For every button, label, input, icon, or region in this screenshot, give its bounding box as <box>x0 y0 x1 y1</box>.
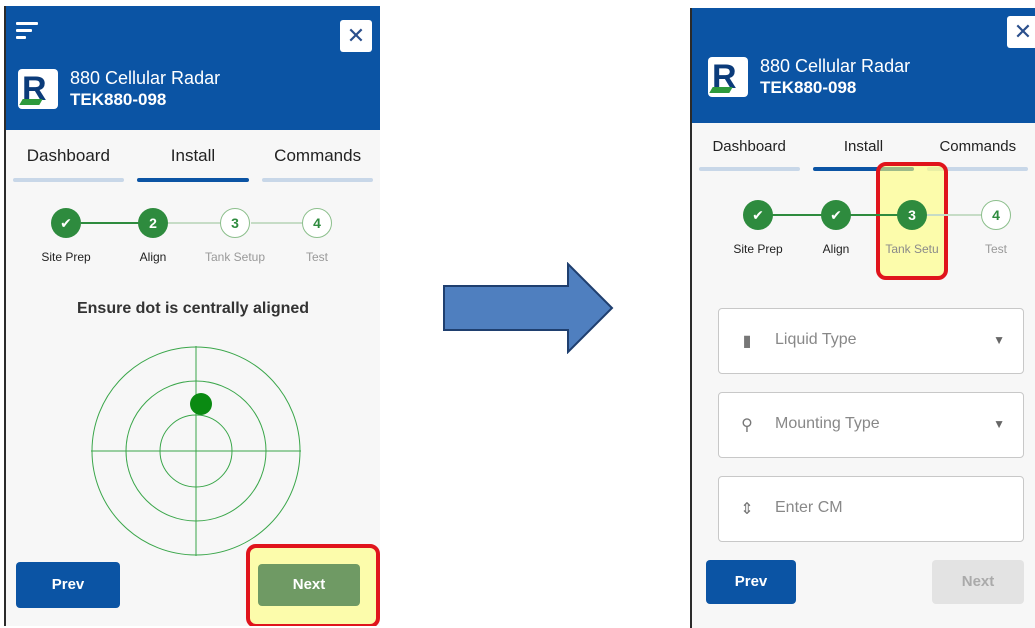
radar-logo-icon: R <box>18 69 58 109</box>
menu-icon[interactable] <box>16 22 40 40</box>
install-stepper: ✔ Site Prep ✔ Align 3 Tank Setu 4 Test <box>692 200 1035 272</box>
tab-bar: Dashboard Install Commands <box>692 138 1035 171</box>
install-stepper: ✔ Site Prep 2 Align 3 Tank Setup 4 Test <box>6 208 380 280</box>
next-button[interactable]: Next <box>258 564 360 606</box>
step-test[interactable]: 4 Test <box>277 208 357 264</box>
tab-install[interactable]: Install <box>131 146 254 182</box>
alignment-dot <box>190 393 212 415</box>
step-site-prep[interactable]: ✔ Site Prep <box>26 208 106 264</box>
phone-screen-align: ✕ R 880 Cellular Radar TEK880-098 Dashbo… <box>4 6 380 626</box>
step-tank-setup[interactable]: 3 Tank Setu <box>872 200 952 256</box>
next-button-disabled[interactable]: Next <box>932 560 1024 604</box>
mounting-type-select[interactable]: ⚲ Mounting Type ▼ <box>718 392 1024 458</box>
step-align[interactable]: 2 Align <box>113 208 193 264</box>
app-header: ✕ R 880 Cellular Radar TEK880-098 <box>692 8 1035 123</box>
transition-arrow-icon <box>443 262 614 354</box>
device-brand: R 880 Cellular Radar TEK880-098 <box>18 68 220 110</box>
alignment-instruction: Ensure dot is centrally aligned <box>76 300 310 317</box>
check-icon: ✔ <box>51 208 81 238</box>
device-id: TEK880-098 <box>760 78 857 97</box>
tab-commands[interactable]: Commands <box>256 146 379 182</box>
height-cm-input[interactable]: ⇕ Enter CM <box>718 476 1024 542</box>
step-align[interactable]: ✔ Align <box>796 200 876 256</box>
tab-bar: Dashboard Install Commands <box>6 146 380 182</box>
chevron-down-icon: ▼ <box>993 417 1005 431</box>
tab-dashboard[interactable]: Dashboard <box>693 138 806 171</box>
device-name: 880 Cellular Radar <box>760 56 911 76</box>
step-site-prep[interactable]: ✔ Site Prep <box>718 200 798 256</box>
close-button[interactable]: ✕ <box>340 20 372 52</box>
step-test[interactable]: 4 Test <box>956 200 1035 256</box>
chevron-down-icon: ▼ <box>993 333 1005 347</box>
height-icon: ⇕ <box>740 501 754 518</box>
mount-icon: ⚲ <box>741 417 753 434</box>
liquid-icon: ▮ <box>742 333 752 350</box>
tab-dashboard[interactable]: Dashboard <box>7 146 130 182</box>
step-tank-setup[interactable]: 3 Tank Setup <box>195 208 275 264</box>
phone-screen-tank-setup: ✕ R 880 Cellular Radar TEK880-098 Dashbo… <box>690 8 1035 628</box>
close-button[interactable]: ✕ <box>1007 16 1035 48</box>
alignment-target <box>91 346 301 556</box>
prev-button[interactable]: Prev <box>16 562 120 608</box>
device-id: TEK880-098 <box>70 90 167 109</box>
check-icon: ✔ <box>743 200 773 230</box>
radar-logo-icon: R <box>708 57 748 97</box>
prev-button[interactable]: Prev <box>706 560 796 604</box>
device-brand: R 880 Cellular Radar TEK880-098 <box>708 56 910 98</box>
app-header: ✕ R 880 Cellular Radar TEK880-098 <box>6 6 380 130</box>
check-icon: ✔ <box>821 200 851 230</box>
liquid-type-select[interactable]: ▮ Liquid Type ▼ <box>718 308 1024 374</box>
device-name: 880 Cellular Radar <box>70 68 221 88</box>
